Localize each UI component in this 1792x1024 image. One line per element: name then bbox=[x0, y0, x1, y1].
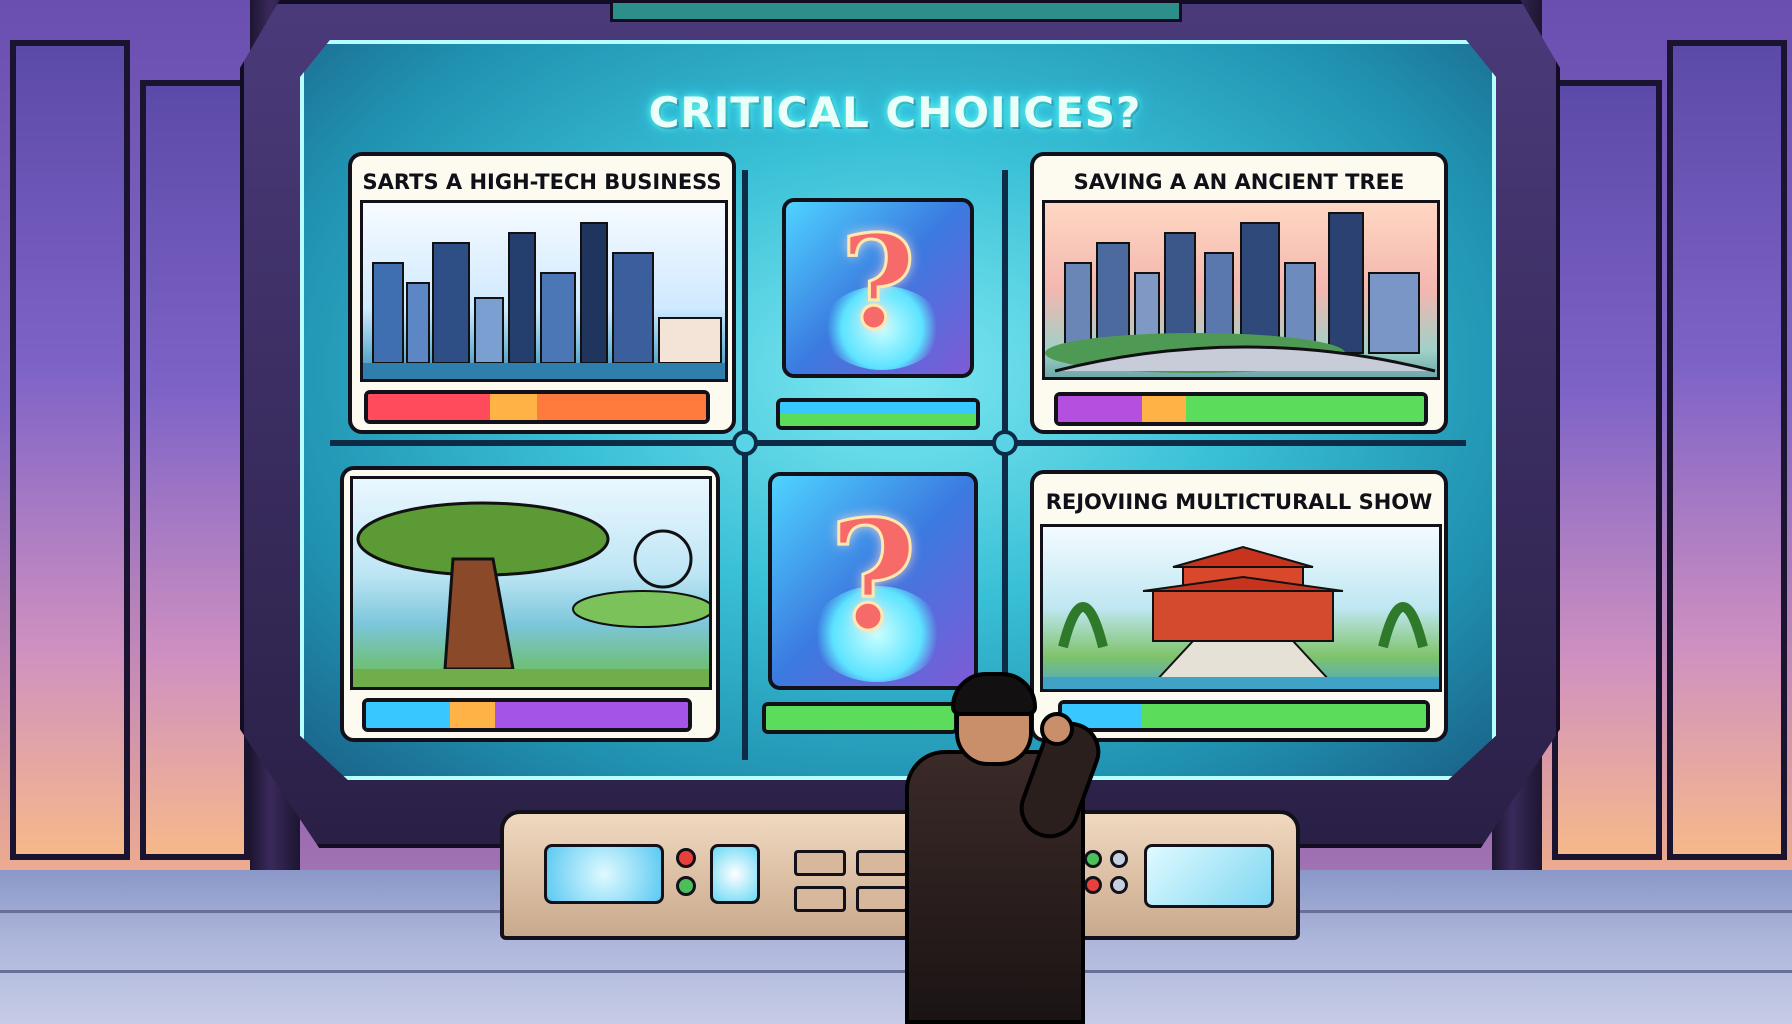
meter-segment bbox=[1186, 396, 1424, 422]
green-button[interactable] bbox=[676, 876, 696, 896]
grid-line bbox=[742, 170, 748, 760]
question-mark-icon: ? bbox=[828, 487, 919, 666]
choice-meter bbox=[1058, 700, 1430, 732]
grid-node bbox=[992, 430, 1018, 456]
meter-segment bbox=[1142, 396, 1187, 422]
map-screen-icon[interactable] bbox=[1144, 844, 1274, 908]
temple-icon bbox=[1040, 524, 1442, 692]
floor-line bbox=[0, 970, 1792, 973]
red-button[interactable] bbox=[676, 848, 696, 868]
window-pane bbox=[1667, 40, 1787, 860]
mystery-card-bottom[interactable]: ? bbox=[768, 472, 978, 690]
choice-meter bbox=[776, 398, 980, 430]
window-pane bbox=[10, 40, 130, 860]
meter-segment bbox=[1058, 396, 1143, 422]
meter-segment bbox=[366, 702, 450, 728]
choice-label: SAVING A AN ANCIENT TREE bbox=[1073, 170, 1405, 194]
person-hand bbox=[1040, 712, 1074, 746]
grey-button[interactable] bbox=[1110, 876, 1128, 894]
meter-segment bbox=[1142, 704, 1186, 728]
choice-card-ancient-tree[interactable]: SAVING A AN ANCIENT TREE bbox=[1030, 152, 1448, 434]
question-mark-icon: ? bbox=[839, 207, 917, 360]
console-key[interactable] bbox=[794, 886, 846, 912]
grid-node bbox=[732, 430, 758, 456]
meter-segment bbox=[536, 394, 706, 420]
choice-card-multicultural-show[interactable]: REJOVIING MULTICTURALL SHOW bbox=[1030, 470, 1448, 742]
red-button[interactable] bbox=[1084, 876, 1102, 894]
green-button[interactable] bbox=[1084, 850, 1102, 868]
meter-segment bbox=[766, 706, 954, 730]
meter-segment bbox=[494, 702, 688, 728]
choice-label: REJOVIING MULTICTURALL SHOW bbox=[1045, 490, 1433, 514]
console-key[interactable] bbox=[856, 886, 908, 912]
console-key[interactable] bbox=[856, 850, 908, 876]
choice-label: SARTS A HIGH-TECH BUSINESS bbox=[362, 170, 722, 194]
choice-card-high-tech-business[interactable]: SARTS A HIGH-TECH BUSINESS bbox=[348, 152, 736, 434]
ancient-tree-icon bbox=[350, 476, 712, 690]
window-pane bbox=[1552, 80, 1662, 860]
control-console bbox=[500, 810, 1300, 940]
choice-meter bbox=[762, 702, 958, 734]
choice-card-tree-scene[interactable] bbox=[340, 466, 720, 742]
screen-title: CRITICAL CHOIICES? bbox=[648, 88, 1142, 137]
glow-panel[interactable] bbox=[710, 844, 760, 904]
city-skyline-icon bbox=[1042, 200, 1440, 380]
grey-button[interactable] bbox=[1110, 850, 1128, 868]
meter-segment bbox=[780, 402, 976, 426]
choice-meter bbox=[362, 698, 692, 732]
meter-segment bbox=[1185, 704, 1426, 728]
meter-segment bbox=[489, 394, 537, 420]
window-pane bbox=[140, 80, 250, 860]
choice-meter bbox=[364, 390, 710, 424]
swirl-pad-icon[interactable] bbox=[544, 844, 664, 904]
monitor-top-trim bbox=[610, 0, 1182, 22]
console-key[interactable] bbox=[794, 850, 846, 876]
grid-line bbox=[330, 440, 1466, 446]
city-skyline-icon bbox=[360, 200, 728, 382]
choice-meter bbox=[1054, 392, 1428, 426]
mystery-card-top[interactable]: ? bbox=[782, 198, 974, 378]
meter-segment bbox=[368, 394, 490, 420]
meter-segment bbox=[449, 702, 495, 728]
